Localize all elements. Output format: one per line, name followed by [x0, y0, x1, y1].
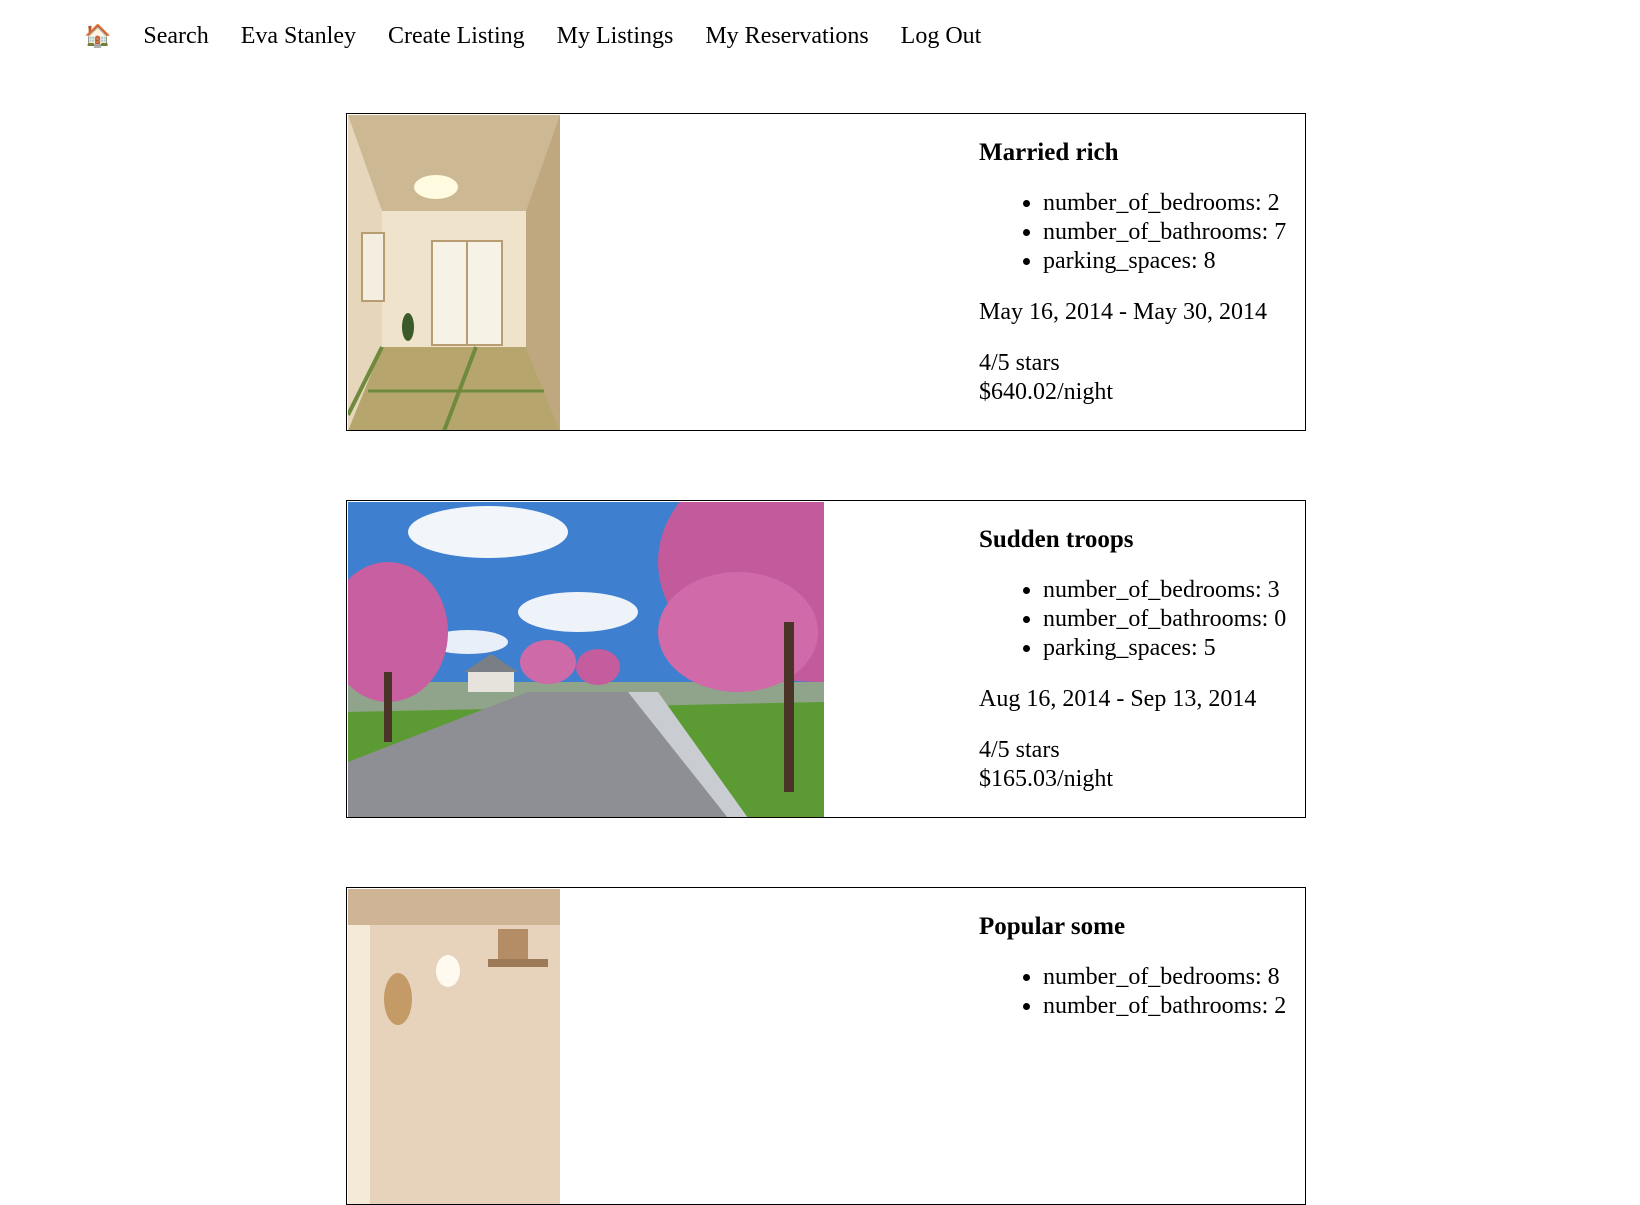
listing-title[interactable]: Popular some [979, 912, 1305, 941]
feature-bedrooms: number_of_bedrooms: 3 [1043, 576, 1305, 605]
listing-price: $640.02/night [979, 379, 1114, 405]
feature-parking: parking_spaces: 5 [1043, 634, 1305, 663]
listing-info: Sudden troops number_of_bedrooms: 3 numb… [979, 525, 1305, 794]
listing-card[interactable]: Married rich number_of_bedrooms: 2 numbe… [346, 113, 1306, 431]
feature-bathrooms: number_of_bathrooms: 0 [1043, 605, 1305, 634]
nav-search-link[interactable]: Search [143, 23, 208, 50]
listing-title[interactable]: Sudden troops [979, 525, 1305, 554]
listing-dates: May 16, 2014 - May 30, 2014 [979, 299, 1267, 325]
listing-dates: Aug 16, 2014 - Sep 13, 2014 [979, 686, 1257, 712]
feature-bathrooms: number_of_bathrooms: 7 [1043, 218, 1305, 247]
listing-photo[interactable] [348, 115, 560, 430]
feature-bathrooms: number_of_bathrooms: 2 [1043, 992, 1305, 1021]
listing-title[interactable]: Married rich [979, 138, 1305, 167]
listing-card[interactable]: Sudden troops number_of_bedrooms: 3 numb… [346, 500, 1306, 818]
home-icon[interactable]: 🏠 [84, 23, 111, 49]
listing-info: Married rich number_of_bedrooms: 2 numbe… [979, 138, 1305, 407]
listing-features-list: number_of_bedrooms: 8 number_of_bathroom… [979, 963, 1305, 1021]
listing-features-list: number_of_bedrooms: 3 number_of_bathroom… [979, 576, 1305, 663]
listing-card[interactable]: Popular some number_of_bedrooms: 8 numbe… [346, 887, 1306, 1205]
feature-bedrooms: number_of_bedrooms: 2 [1043, 189, 1305, 218]
listing-price: $165.03/night [979, 766, 1114, 792]
nav-my-reservations-link[interactable]: My Reservations [705, 23, 868, 50]
nav-logout-link[interactable]: Log Out [901, 23, 982, 50]
nav-create-listing-link[interactable]: Create Listing [388, 23, 525, 50]
feature-parking: parking_spaces: 8 [1043, 247, 1305, 276]
feature-bedrooms: number_of_bedrooms: 8 [1043, 963, 1305, 992]
top-nav: 🏠 Search Eva Stanley Create Listing My L… [84, 20, 1013, 52]
listing-rating: 4/5 stars [979, 350, 1060, 376]
nav-user-link[interactable]: Eva Stanley [241, 23, 356, 50]
listing-photo[interactable] [348, 502, 824, 817]
listing-photo[interactable] [348, 889, 560, 1204]
listing-rating: 4/5 stars [979, 737, 1060, 763]
listing-info: Popular some number_of_bedrooms: 8 numbe… [979, 912, 1305, 1043]
listing-features-list: number_of_bedrooms: 2 number_of_bathroom… [979, 189, 1305, 276]
nav-my-listings-link[interactable]: My Listings [557, 23, 674, 50]
